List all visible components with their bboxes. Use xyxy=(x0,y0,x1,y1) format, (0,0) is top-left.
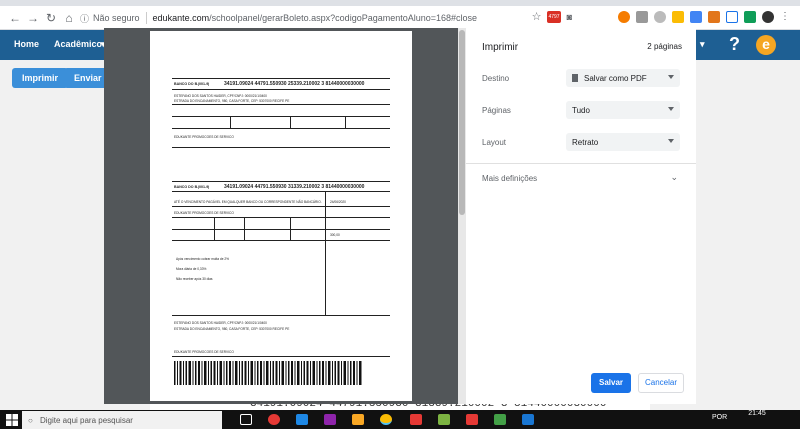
clock[interactable]: 21:45 xyxy=(742,410,772,417)
extension-yellow-icon[interactable] xyxy=(672,10,684,23)
excel-icon[interactable] xyxy=(494,414,506,425)
search-icon: ○ xyxy=(28,415,33,425)
document-value: 300,00 xyxy=(330,233,340,237)
chrome-icon[interactable] xyxy=(380,414,392,425)
extension-grey-icon[interactable] xyxy=(636,10,648,23)
more-settings[interactable]: Mais definições xyxy=(482,174,537,183)
preview-page: BANCO DO B. |001-9| 34191.09024 44791.55… xyxy=(150,31,412,401)
forward-arrow-icon[interactable]: → xyxy=(24,9,42,27)
task-view-icon[interactable] xyxy=(240,414,252,425)
destination-select[interactable]: Salvar como PDF xyxy=(566,69,680,87)
instruction-2: Mora diária de 0,33% xyxy=(176,267,207,271)
language-indicator[interactable]: POR xyxy=(712,414,727,421)
due-date: 24/06/2020 xyxy=(330,200,346,204)
instruction-3: Não receber após 30 dias xyxy=(176,277,213,281)
visual-studio-icon[interactable] xyxy=(324,414,336,425)
search-placeholder: Digite aqui para pesquisar xyxy=(40,415,133,425)
app-orange-icon[interactable] xyxy=(466,414,478,425)
windows-start-icon[interactable] xyxy=(6,414,18,426)
digitable-line: 34191.09024 44791.550930 31339.210002 3 … xyxy=(224,184,365,190)
extension-blue-icon[interactable] xyxy=(690,10,702,23)
pages-select[interactable]: Tudo xyxy=(566,101,680,119)
scrollbar-thumb[interactable] xyxy=(459,30,465,215)
layout-value: Retrato xyxy=(572,137,599,147)
print-settings-panel: Imprimir 2 páginas Destino Salvar como P… xyxy=(466,28,696,404)
info-icon[interactable]: ⓘ xyxy=(80,12,89,25)
security-label: Não seguro xyxy=(93,13,140,23)
pay-note: ATÉ O VENCIMENTO PAGÁVEL EM QUALQUER BAN… xyxy=(174,200,322,204)
instruction-1: Após vencimento cobrar multa de 2% xyxy=(176,257,229,261)
bank-name: BANCO DO B. xyxy=(174,82,199,86)
url-path: /schoolpanel/gerarBoleto.aspx?codigoPaga… xyxy=(209,13,478,23)
print-button[interactable]: Imprimir xyxy=(12,68,69,88)
back-arrow-icon[interactable]: ← xyxy=(6,9,24,27)
omnibox-divider xyxy=(145,12,147,24)
menu-icon[interactable]: ⋮ xyxy=(780,11,790,22)
payer-line: EDUKANTE PROMOCOES DE SERVICO xyxy=(174,135,234,139)
star-icon[interactable]: ☆ xyxy=(532,10,542,23)
extension-circle-icon[interactable] xyxy=(654,10,666,23)
extension-icons: ☆ 4797 ◙ ⋮ xyxy=(532,10,790,23)
home-icon[interactable]: ⌂ xyxy=(60,9,78,27)
bank-code: |001-9| xyxy=(198,82,210,86)
reload-icon[interactable]: ↻ xyxy=(42,9,60,27)
file-explorer-icon[interactable] xyxy=(352,414,364,425)
gmail-icon[interactable]: 4797 xyxy=(547,10,561,23)
chevron-down-icon xyxy=(668,139,674,143)
print-title: Imprimir xyxy=(482,42,519,53)
payee-line: ESTEFANO DOS SANTOS HAIDER, CPF/CNPJ: 00… xyxy=(174,321,267,325)
extension-green-icon[interactable] xyxy=(744,10,756,23)
word-icon[interactable] xyxy=(522,414,534,425)
layout-select[interactable]: Retrato xyxy=(566,133,680,151)
url-domain: edukante.com xyxy=(152,13,210,23)
layout-label: Layout xyxy=(482,138,507,147)
app-green-icon[interactable] xyxy=(438,414,450,425)
extension-orange-icon[interactable] xyxy=(618,10,630,23)
destination-label: Destino xyxy=(482,74,510,83)
preview-scrollbar[interactable] xyxy=(458,28,466,404)
taskbar-search[interactable]: ○ Digite aqui para pesquisar xyxy=(22,411,222,429)
print-preview-pane: BANCO DO B. |001-9| 34191.09024 44791.55… xyxy=(104,28,460,404)
pages-value: Tudo xyxy=(572,105,590,115)
metamask-icon[interactable] xyxy=(708,10,720,23)
save-button[interactable]: Salvar xyxy=(591,373,631,393)
address-line: ESTRADA DO ENCANAMENTO, 980, CASA FORTE,… xyxy=(174,99,290,103)
profile-avatar-icon[interactable] xyxy=(762,10,774,23)
payer-line: EDUKANTE PROMOCOES DE SERVICO xyxy=(174,211,234,215)
address-bar[interactable]: ⓘ Não seguro edukante.com /schoolpanel/g… xyxy=(80,8,510,28)
app-red-square-icon[interactable] xyxy=(410,414,422,425)
extension-square-icon[interactable] xyxy=(726,10,738,23)
bank-name: BANCO DO B. xyxy=(174,185,199,189)
chevron-down-icon[interactable]: ▾ xyxy=(700,39,705,50)
browser-toolbar: ← → ↻ ⌂ ⓘ Não seguro edukante.com /schoo… xyxy=(0,6,800,30)
settings-divider xyxy=(466,163,696,164)
page-count: 2 páginas xyxy=(647,42,682,51)
bank-code: |001-9| xyxy=(198,185,210,189)
chevron-down-icon xyxy=(668,107,674,111)
cancel-button[interactable]: Cancelar xyxy=(638,373,684,393)
app-red-icon[interactable] xyxy=(268,414,280,425)
barcode xyxy=(174,361,362,385)
help-icon[interactable]: ? xyxy=(729,34,740,55)
payer-line: EDUKANTE PROMOCOES DE SERVICO xyxy=(174,350,234,354)
edukante-logo-icon[interactable]: e xyxy=(756,35,776,55)
camera-icon[interactable]: ◙ xyxy=(567,12,572,22)
pages-label: Páginas xyxy=(482,106,511,115)
nav-academico[interactable]: Acadêmico xyxy=(54,39,102,49)
chevron-down-icon[interactable]: ⌄ xyxy=(670,172,678,183)
file-icon xyxy=(572,74,578,82)
nav-home[interactable]: Home xyxy=(14,39,39,49)
address-line: ESTRADA DO ENCANAMENTO, 980, CASA FORTE,… xyxy=(174,327,290,331)
payee-line: ESTEFANO DOS SANTOS HAIDER, CPF/CNPJ: 00… xyxy=(174,94,267,98)
chevron-down-icon xyxy=(668,75,674,79)
destination-value: Salvar como PDF xyxy=(584,73,647,83)
app-blue-icon[interactable] xyxy=(296,414,308,425)
taskbar: ○ Digite aqui para pesquisar POR 21:45 xyxy=(0,410,800,429)
digitable-line: 34191.09024 44791.550930 25339.210002 3 … xyxy=(224,81,365,87)
